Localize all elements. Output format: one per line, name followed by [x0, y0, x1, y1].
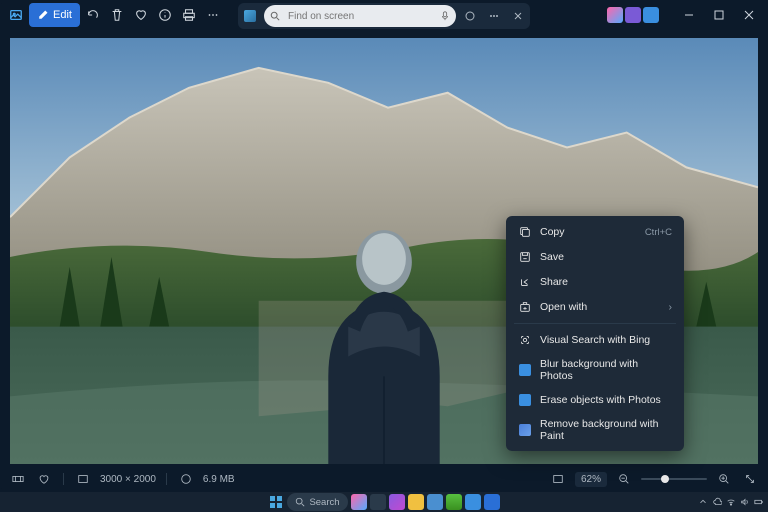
print-button[interactable] [178, 4, 200, 26]
bing-icon [240, 6, 260, 26]
task-app1[interactable] [389, 494, 405, 510]
copilot-icon[interactable] [607, 7, 623, 23]
info-button[interactable] [154, 4, 176, 26]
app-square-icon[interactable] [625, 7, 641, 23]
ctx-remove-bg[interactable]: Remove background with Paint [510, 413, 680, 447]
save-icon [518, 250, 532, 264]
filesize-text: 6.9 MB [203, 474, 235, 485]
photos-app-window: Edit [0, 0, 768, 492]
ctx-save[interactable]: Save [510, 245, 680, 269]
tray-wifi-icon[interactable] [726, 497, 736, 507]
filmstrip-button[interactable] [9, 470, 27, 488]
copilot-search-icon[interactable] [460, 6, 480, 26]
ctx-blur-bg[interactable]: Blur background with Photos [510, 353, 680, 387]
ctx-open-with[interactable]: Open with › [510, 295, 680, 319]
dimensions-text: 3000 × 2000 [100, 474, 156, 485]
filesize-icon [177, 470, 195, 488]
search-icon [270, 11, 280, 21]
tray-battery-icon[interactable] [754, 497, 764, 507]
ctx-copy-shortcut: Ctrl+C [645, 227, 672, 238]
rotate-button[interactable] [82, 4, 104, 26]
ctx-erase-label: Erase objects with Photos [540, 394, 661, 406]
taskbar: Search [0, 492, 768, 512]
tray-volume-icon[interactable] [740, 497, 750, 507]
app-icon [5, 4, 27, 26]
task-photos[interactable] [484, 494, 500, 510]
chevron-right-icon: › [669, 301, 673, 313]
taskbar-search[interactable]: Search [287, 493, 347, 511]
more-search-icon[interactable] [484, 6, 504, 26]
minimize-button[interactable] [675, 5, 703, 25]
find-on-screen-bar [238, 3, 530, 29]
ctx-copy-label: Copy [540, 226, 565, 238]
open-with-icon [518, 300, 532, 314]
dimensions-icon [74, 470, 92, 488]
ctx-open-with-label: Open with [540, 301, 587, 313]
ctx-divider [514, 323, 676, 324]
edit-button[interactable]: Edit [29, 3, 80, 27]
context-menu: Copy Ctrl+C Save Share Open with › Visua… [506, 216, 684, 451]
photos-icon-2 [518, 393, 532, 407]
tray-cloud-icon[interactable] [712, 497, 722, 507]
ctx-visual-search[interactable]: Visual Search with Bing [510, 328, 680, 352]
fullscreen-button[interactable] [741, 470, 759, 488]
task-copilot[interactable] [351, 494, 367, 510]
edit-label: Edit [53, 9, 72, 21]
copy-icon [518, 225, 532, 239]
favorite-button[interactable] [130, 4, 152, 26]
ctx-share-label: Share [540, 276, 568, 288]
system-tray[interactable] [698, 497, 764, 507]
task-app2[interactable] [427, 494, 443, 510]
task-app3[interactable] [446, 494, 462, 510]
start-button[interactable] [268, 494, 284, 510]
ctx-save-label: Save [540, 251, 564, 263]
paint-icon [518, 423, 532, 437]
close-search-icon[interactable] [508, 6, 528, 26]
tray-chevron-icon[interactable] [698, 497, 708, 507]
zoom-percent[interactable]: 62% [575, 472, 607, 487]
statusbar: 3000 × 2000 6.9 MB 62% [1, 467, 767, 491]
cloud-icon[interactable] [643, 7, 659, 23]
close-button[interactable] [735, 5, 763, 25]
maximize-button[interactable] [705, 5, 733, 25]
task-edge[interactable] [465, 494, 481, 510]
ctx-blur-bg-label: Blur background with Photos [540, 358, 672, 382]
zoom-out-button[interactable] [615, 470, 633, 488]
mic-icon[interactable] [440, 11, 450, 21]
zoom-slider[interactable] [641, 478, 707, 480]
task-taskview[interactable] [370, 494, 386, 510]
taskbar-search-label: Search [309, 497, 339, 508]
ctx-erase[interactable]: Erase objects with Photos [510, 388, 680, 412]
share-icon [518, 275, 532, 289]
task-explorer[interactable] [408, 494, 424, 510]
delete-button[interactable] [106, 4, 128, 26]
search-input[interactable] [286, 10, 434, 23]
ctx-visual-search-label: Visual Search with Bing [540, 334, 650, 346]
photos-icon [518, 363, 532, 377]
visual-search-icon [518, 333, 532, 347]
fit-button[interactable] [549, 470, 567, 488]
ctx-share[interactable]: Share [510, 270, 680, 294]
search-input-wrap[interactable] [264, 5, 456, 27]
ctx-copy[interactable]: Copy Ctrl+C [510, 220, 680, 244]
heart-button[interactable] [35, 470, 53, 488]
ctx-remove-bg-label: Remove background with Paint [540, 418, 672, 442]
more-button[interactable] [202, 4, 224, 26]
zoom-in-button[interactable] [715, 470, 733, 488]
